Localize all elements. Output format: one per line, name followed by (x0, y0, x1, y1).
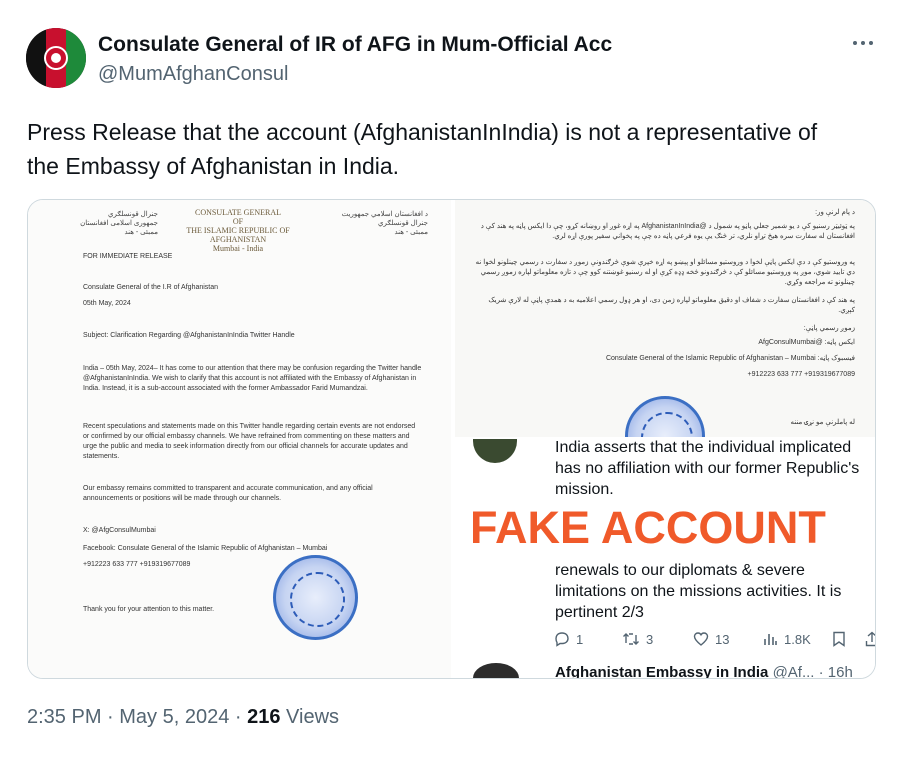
consulate-seal-icon (625, 396, 705, 437)
views-count: 216 (247, 706, 281, 728)
embedded-next-author-name: Afghanistan Embassy in India (555, 664, 769, 679)
release-from: Consulate General of the I.R of Afghanis… (83, 284, 219, 291)
tweet-meta: 2:35 PM · May 5, 2024 · 216 Views (27, 706, 339, 729)
press-release-image-pashto[interactable]: د پام لرنې ور: په ټوئیټر رسنیو کې د یو ش… (455, 200, 875, 437)
embedded-reply-count: 1 (576, 631, 584, 647)
pashto-para-3: په هند کې د افغانستان سفارت د شفاف او دق… (488, 297, 855, 314)
pashto-phones: +912223 633 777 +919319677089 (747, 371, 855, 378)
tweet-time[interactable]: 2:35 PM (27, 706, 101, 728)
pashto-salutation: د پام لرنې ور: (815, 209, 855, 216)
more-options-icon[interactable] (846, 30, 880, 56)
embedded-views-count: 1.8K (784, 631, 811, 647)
release-phones: +912223 633 777 +919319677089 (83, 561, 191, 568)
embedded-next-avatar (473, 663, 519, 678)
release-facebook: Facebook: Consulate General of the Islam… (83, 545, 328, 552)
embedded-retweet-count: 3 (646, 631, 654, 647)
pashto-para-2: په وروستیو کې د دې ایکس پاڼې لخوا د وروس… (475, 259, 855, 286)
release-para-2: Recent speculations and statements made … (83, 423, 416, 460)
reply-icon (555, 632, 569, 647)
embedded-reply: 1 (554, 631, 583, 647)
letterhead-left: جنرال قونسلګري جمهوری اسلامی افغانستان م… (80, 211, 158, 236)
tweet-text: Press Release that the account (Afghanis… (27, 119, 818, 179)
share-icon (865, 631, 875, 647)
release-tag: FOR IMMEDIATE RELEASE (83, 253, 173, 260)
press-release-image-english[interactable]: جنرال قونسلګري جمهوری اسلامی افغانستان م… (28, 200, 451, 678)
pashto-x-line: ایکس پاڼه: @AfgConsulMumbai (758, 339, 855, 346)
release-subject: Subject: Clarification Regarding @Afghan… (83, 332, 295, 339)
views-chart-icon (764, 634, 777, 645)
letterhead-center: CONSULATE GENERAL OF THE ISLAMIC REPUBLI… (186, 208, 290, 253)
heart-icon (693, 632, 709, 646)
release-x-handle: X: @AfgConsulMumbai (83, 527, 156, 534)
retweet-icon (623, 633, 639, 645)
embedded-text-line-2: has no affiliation with our former Repub… (555, 460, 860, 477)
embedded-text-line-3: mission. (555, 481, 614, 498)
fake-account-screenshot[interactable]: India asserts that the individual implic… (455, 437, 875, 679)
release-para-1: India – 05th May, 2024– It has come to o… (83, 365, 422, 392)
embedded-views: 1.8K (762, 631, 811, 647)
tweet: Consulate General of IR of AFG in Mum-Of… (0, 0, 904, 763)
meta-separator: · (229, 706, 248, 728)
release-date: 05th May, 2024 (83, 300, 131, 307)
meta-separator: · (101, 706, 120, 728)
pashto-official-pages: زموږ رسمي پاڼې: (803, 325, 855, 332)
embedded-like-count: 13 (715, 631, 730, 647)
author-display-name[interactable]: Consulate General of IR of AFG in Mum-Of… (98, 33, 612, 57)
embedded-text-line-1: India asserts that the individual implic… (555, 439, 852, 456)
embedded-retweet: 3 (622, 631, 653, 647)
bookmark-icon (832, 631, 846, 647)
fake-account-stamp: FAKE ACCOUNT (470, 502, 826, 553)
embedded-text-line-4: renewals to our diplomats & severe (555, 562, 805, 579)
avatar[interactable] (26, 28, 86, 88)
embedded-next-author: Afghanistan Embassy in India @Af... · 16… (555, 664, 853, 679)
consulate-seal-icon (273, 555, 358, 640)
pashto-facebook-line: Consulate General of the Islamic Republi… (605, 355, 855, 362)
tweet-media[interactable]: جنرال قونسلګري جمهوری اسلامی افغانستان م… (27, 199, 876, 679)
views-label: Views (280, 706, 340, 728)
author-handle[interactable]: @MumAfghanConsul (98, 63, 288, 86)
letterhead-right: د افغانستان اسلامي جمهوریت جنرال قونسلګر… (341, 211, 428, 236)
embedded-text-line-5: limitations on the missions activities. … (555, 583, 842, 600)
pashto-para-1: په ټوئیټر رسنیو کې د یو شمیر جعلي پاڼو پ… (480, 223, 855, 240)
embedded-like: 13 (693, 631, 729, 647)
tweet-date[interactable]: May 5, 2024 (119, 706, 229, 728)
embedded-avatar (473, 439, 517, 463)
afghan-flag-icon (26, 28, 86, 88)
embedded-text-line-6: pertinent 2/3 (555, 604, 644, 621)
embedded-next-meta: @Af... · 16h (772, 664, 853, 679)
release-para-3: Our embassy remains committed to transpa… (83, 485, 373, 502)
